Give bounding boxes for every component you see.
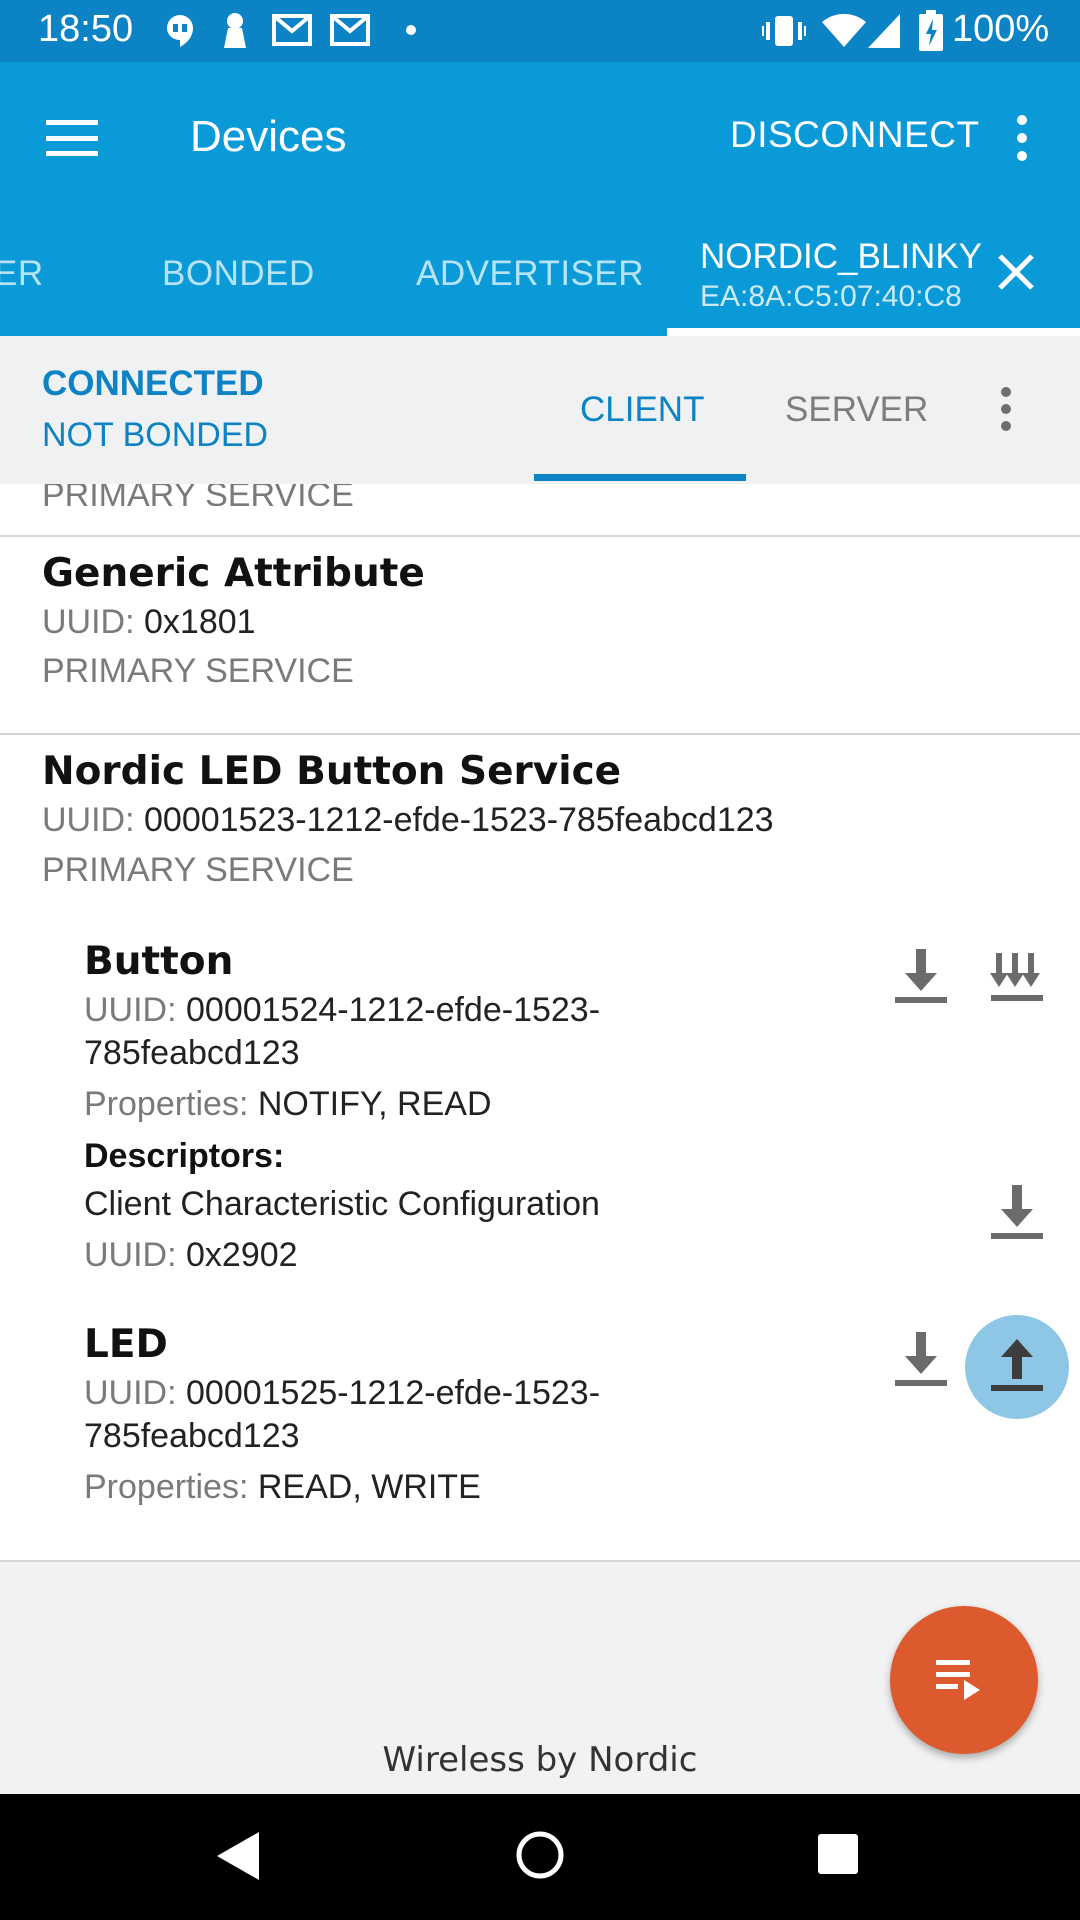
hangouts-icon (165, 14, 195, 48)
service-led-button[interactable]: Nordic LED Button Service UUID: 00001523… (0, 735, 1080, 935)
properties-label: Properties: (84, 1085, 249, 1123)
notify-icon[interactable] (977, 939, 1057, 1019)
descriptors-heading: Descriptors: (84, 1137, 285, 1175)
bond-status: NOT BONDED (42, 416, 269, 454)
navigation-bar (0, 1794, 1080, 1920)
wifi-icon (822, 14, 866, 48)
connection-bar: CONNECTED NOT BONDED CLIENT SERVER (0, 336, 1080, 484)
vibrate-icon (762, 14, 806, 48)
uuid-label: UUID: (42, 801, 135, 839)
home-icon[interactable] (515, 1830, 565, 1880)
properties-value: NOTIFY, READ (257, 1085, 492, 1123)
notification-dot-icon (405, 24, 417, 36)
signal-icon (868, 14, 900, 48)
keyhole-icon (222, 12, 248, 50)
tab-bonded[interactable]: BONDED (162, 254, 315, 294)
properties-value: READ, WRITE (257, 1468, 481, 1506)
battery-charging-icon (918, 10, 944, 52)
battery-percent: 100% (952, 8, 1050, 50)
service-type-partial: PRIMARY SERVICE (42, 484, 354, 506)
tab-device-address: EA:8A:C5:07:40:C8 (700, 280, 962, 313)
descriptor-name: Client Characteristic Configuration (84, 1185, 600, 1223)
menu-icon[interactable] (46, 118, 98, 158)
characteristic-button[interactable]: Button UUID: 00001524-1212-efde-1523- 78… (0, 939, 1080, 1309)
read-icon[interactable] (881, 939, 961, 1019)
service-generic-attribute[interactable]: Generic Attribute UUID: 0x1801 PRIMARY S… (0, 537, 1080, 733)
descriptor-uuid-row: UUID: 0x2902 (84, 1234, 298, 1276)
write-icon[interactable] (977, 1327, 1057, 1407)
log-icon (934, 1656, 994, 1706)
uuid-value: 0x1801 (144, 603, 256, 641)
uuid-value: 00001524-1212-efde-1523- (186, 991, 601, 1029)
page-title: Devices (190, 112, 347, 161)
status-bar: 18:50 100% (0, 0, 1080, 62)
service-name: Generic Attribute (42, 551, 425, 596)
uuid-value: 00001523-1212-efde-1523-785feabcd123 (144, 801, 774, 839)
connection-overflow-icon[interactable] (996, 386, 1016, 432)
uuid-value-continued: 785feabcd123 (84, 1034, 300, 1072)
uuid-value: 0x2902 (186, 1236, 298, 1274)
overflow-menu-icon[interactable] (1012, 114, 1032, 162)
close-tab-icon[interactable] (996, 252, 1036, 292)
tab-advertiser[interactable]: ADVERTISER (416, 254, 644, 294)
service-uuid-row: UUID: 00001523-1212-efde-1523-785feabcd1… (42, 799, 774, 841)
characteristic-name: LED (84, 1322, 168, 1367)
gmail-icon (272, 14, 312, 46)
app-bar: Devices DISCONNECT ER BONDED ADVERTISER … (0, 62, 1080, 336)
properties-row: Properties: READ, WRITE (84, 1466, 481, 1508)
uuid-label: UUID: (84, 1374, 177, 1412)
uuid-value-continued: 785feabcd123 (84, 1417, 300, 1455)
service-list[interactable]: PRIMARY SERVICE Generic Attribute UUID: … (0, 484, 1080, 1562)
uuid-label: UUID: (84, 1236, 177, 1274)
tab-server[interactable]: SERVER (785, 390, 928, 430)
service-name: Nordic LED Button Service (42, 749, 622, 794)
descriptor-read-icon[interactable] (977, 1175, 1057, 1255)
tab-indicator (667, 328, 1080, 336)
tab-scanner-partial[interactable]: ER (0, 254, 44, 294)
tab-client[interactable]: CLIENT (580, 390, 704, 430)
uuid-label: UUID: (42, 603, 135, 641)
characteristic-uuid-row: UUID: 00001524-1212-efde-1523- (84, 989, 600, 1031)
footer-text: Wireless by Nordic (382, 1740, 698, 1780)
recents-icon[interactable] (816, 1832, 860, 1876)
uuid-value: 00001525-1212-efde-1523- (186, 1374, 601, 1412)
characteristic-name: Button (84, 939, 234, 984)
characteristic-led[interactable]: LED UUID: 00001525-1212-efde-1523- 785fe… (0, 1322, 1080, 1532)
service-uuid-row: UUID: 0x1801 (42, 601, 256, 643)
status-time: 18:50 (38, 8, 134, 50)
disconnect-button[interactable]: DISCONNECT (730, 114, 980, 156)
connection-status: CONNECTED (42, 364, 264, 403)
read-icon[interactable] (881, 1322, 961, 1402)
tab-device-name[interactable]: NORDIC_BLINKY (700, 237, 982, 277)
service-type: PRIMARY SERVICE (42, 851, 354, 889)
characteristic-uuid-row: UUID: 00001525-1212-efde-1523- (84, 1372, 600, 1414)
log-fab-button[interactable] (890, 1606, 1038, 1754)
client-tab-indicator (534, 474, 746, 481)
properties-row: Properties: NOTIFY, READ (84, 1083, 492, 1125)
service-type: PRIMARY SERVICE (42, 652, 354, 690)
uuid-label: UUID: (84, 991, 177, 1029)
gmail-icon-2 (330, 14, 370, 46)
properties-label: Properties: (84, 1468, 249, 1506)
back-icon[interactable] (215, 1830, 261, 1882)
